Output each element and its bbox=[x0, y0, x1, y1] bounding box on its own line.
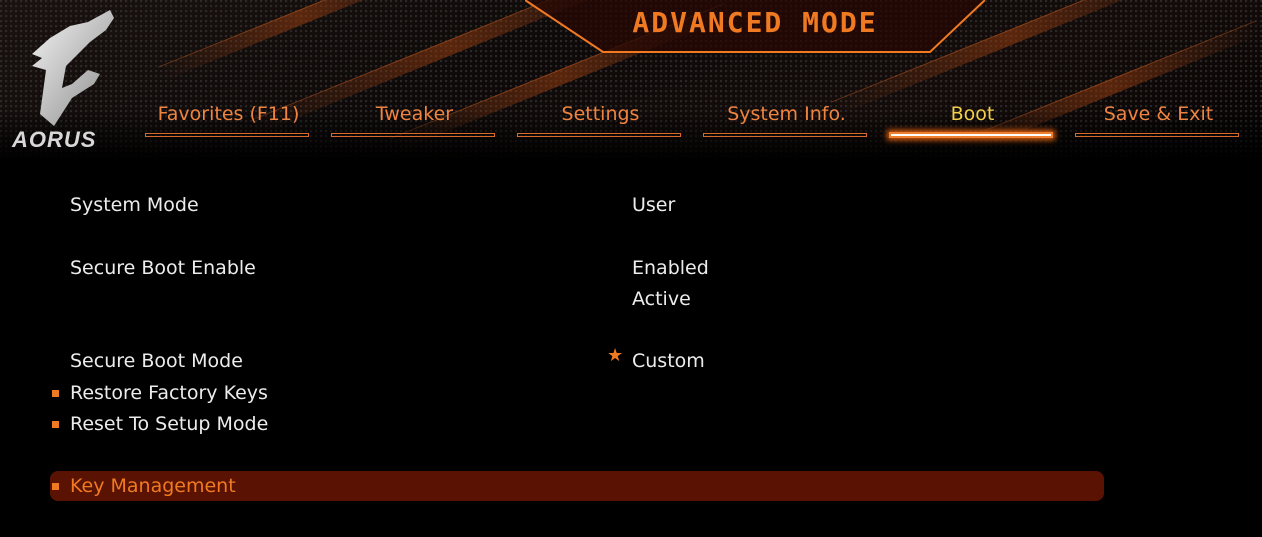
system-mode-value: User bbox=[632, 194, 676, 216]
page-title: ADVANCED MODE bbox=[632, 6, 878, 39]
secure-boot-status: Active bbox=[632, 288, 691, 310]
star-icon: ★ bbox=[607, 345, 624, 366]
tab-underline bbox=[331, 133, 495, 137]
tab-label: Tweaker bbox=[375, 103, 454, 125]
aorus-eagle-icon bbox=[32, 10, 114, 126]
tab-system-info[interactable]: System Info. bbox=[703, 100, 870, 142]
tab-underline bbox=[889, 132, 1053, 138]
tab-underline bbox=[1075, 133, 1239, 137]
tab-label: System Info. bbox=[727, 103, 846, 125]
secure-boot-mode-value[interactable]: Custom bbox=[632, 350, 705, 372]
tab-label: Favorites (F11) bbox=[157, 103, 300, 125]
header-banner: ADVANCED MODE AORUS Favorites (F11) Twea… bbox=[0, 0, 1262, 160]
advanced-mode-title-panel: ADVANCED MODE bbox=[525, 0, 985, 53]
tab-label: Save & Exit bbox=[1103, 103, 1214, 125]
reset-to-setup-mode-item[interactable]: Reset To Setup Mode bbox=[70, 413, 268, 435]
tab-label: Settings bbox=[561, 103, 640, 125]
tab-favorites[interactable]: Favorites (F11) bbox=[145, 100, 312, 142]
submenu-bullet-icon bbox=[52, 483, 59, 490]
secure-boot-enable-value[interactable]: Enabled bbox=[632, 257, 709, 279]
submenu-bullet-icon bbox=[52, 421, 59, 428]
secure-boot-enable-label[interactable]: Secure Boot Enable bbox=[70, 257, 256, 279]
tab-label: Boot bbox=[950, 103, 995, 125]
secure-boot-mode-label[interactable]: Secure Boot Mode bbox=[70, 350, 243, 372]
tab-save-exit[interactable]: Save & Exit bbox=[1075, 100, 1242, 142]
logo-text: AORUS bbox=[12, 127, 97, 152]
tab-underline bbox=[703, 133, 867, 137]
key-management-item[interactable]: Key Management bbox=[70, 475, 236, 497]
tab-tweaker[interactable]: Tweaker bbox=[331, 100, 498, 142]
submenu-bullet-icon bbox=[52, 390, 59, 397]
tab-underline bbox=[145, 133, 309, 137]
tab-boot[interactable]: Boot bbox=[889, 100, 1056, 142]
tab-underline bbox=[517, 133, 681, 137]
system-mode-label: System Mode bbox=[70, 194, 199, 216]
restore-factory-keys-item[interactable]: Restore Factory Keys bbox=[70, 382, 268, 404]
tab-settings[interactable]: Settings bbox=[517, 100, 684, 142]
